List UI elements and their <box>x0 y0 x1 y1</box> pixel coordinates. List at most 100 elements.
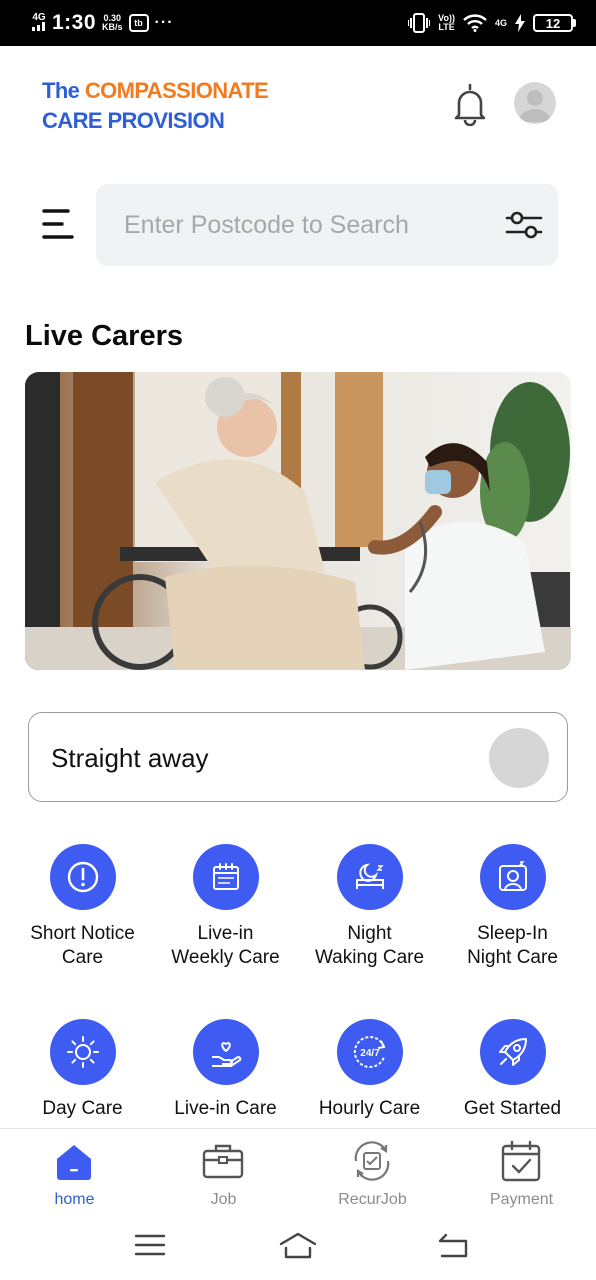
service-sleep-in-night-care[interactable]: Sleep-In Night Care <box>441 844 584 970</box>
recurring-calendar-icon <box>354 1141 390 1181</box>
brand-the: The <box>42 78 85 103</box>
status-left: 4G 1:30 0.30 KB/s tb ··· <box>32 11 174 35</box>
service-label: Live-in Care <box>154 1097 297 1121</box>
speed-unit: KB/s <box>102 22 123 32</box>
alert-circle-icon <box>67 861 98 893</box>
status-right: Vo)) LTE 4G 12 <box>408 13 576 33</box>
clock-24-7-icon: 24/7 <box>353 1036 385 1068</box>
battery-level: 12 <box>533 14 573 32</box>
search-bar <box>96 184 558 266</box>
service-icon-circle <box>192 844 259 910</box>
filter-sliders-icon <box>505 211 543 239</box>
service-night-waking-care[interactable]: Night Waking Care <box>298 844 441 970</box>
nav-recurjob-label: RecurJob <box>338 1191 407 1208</box>
service-label: Live-in Weekly Care <box>154 922 297 970</box>
system-navigation <box>0 1220 596 1280</box>
nav-payment[interactable]: Payment <box>447 1129 596 1221</box>
service-label-line-1: Sleep-In <box>477 923 548 944</box>
brand-logo: The COMPASSIONATE CARE PROVISION <box>42 76 269 136</box>
service-icon-circle <box>49 844 116 910</box>
straight-away-toggle[interactable] <box>489 728 549 788</box>
straight-away-toggle-card[interactable]: Straight away <box>28 712 568 802</box>
service-label-line-1: Live-in Care <box>174 1098 277 1119</box>
heart-hand-icon <box>211 1042 241 1067</box>
service-icon-circle <box>49 1019 116 1085</box>
service-label-line-2: Waking Care <box>314 947 425 968</box>
service-label-line-2: Care <box>61 947 104 968</box>
service-label-line-1: Day Care <box>42 1098 123 1119</box>
nav-home[interactable]: home <box>0 1129 149 1221</box>
system-back-button[interactable] <box>434 1230 474 1262</box>
battery-icon: 12 <box>533 14 576 32</box>
service-label: Get Started <box>441 1097 584 1121</box>
home-icon <box>57 1145 91 1180</box>
svg-text:24/7: 24/7 <box>360 1048 380 1059</box>
back-icon <box>438 1233 468 1258</box>
service-icon-circle: 24/7 <box>336 1019 403 1085</box>
network-type: 4G <box>32 12 46 23</box>
brand-line-2: CARE PROVISION <box>42 108 225 133</box>
nav-job[interactable]: Job <box>149 1129 298 1221</box>
more-notifications: ··· <box>154 14 174 31</box>
bell-icon <box>454 83 486 127</box>
nav-recurjob[interactable]: RecurJob <box>298 1129 447 1221</box>
service-icon-circle <box>192 1019 259 1085</box>
briefcase-icon <box>202 1144 244 1179</box>
service-get-started[interactable]: Get Started <box>441 1019 584 1121</box>
signal-indicator: 4G <box>32 13 46 33</box>
hamburger-menu-icon <box>42 209 74 239</box>
service-label-line-2: Night Care <box>467 947 558 968</box>
section-title: Live Carers <box>25 320 183 352</box>
rocket-icon <box>498 1038 527 1066</box>
network-speed: 0.30 KB/s <box>102 14 123 32</box>
postcode-search-input[interactable] <box>124 184 494 266</box>
service-live-in-care[interactable]: Live-in Care <box>154 1019 297 1121</box>
service-label-line-1: Live-in <box>197 923 254 944</box>
hero-image <box>25 372 571 670</box>
sun-icon <box>66 1036 99 1068</box>
status-bar: 4G 1:30 0.30 KB/s tb ··· Vo)) LTE 4G 12 <box>0 0 596 46</box>
system-menu-button[interactable] <box>130 1230 170 1262</box>
carer-with-elderly-woman-photo <box>25 372 571 670</box>
charging-icon <box>515 14 525 32</box>
profile-avatar[interactable] <box>514 82 556 124</box>
service-icon-circle <box>479 844 546 910</box>
service-icon-circle <box>336 844 403 910</box>
calendar-icon <box>212 863 239 890</box>
service-label: Night Waking Care <box>298 922 441 970</box>
clock: 1:30 <box>52 11 97 34</box>
filter-button[interactable] <box>504 208 544 242</box>
brand-compassionate: COMPASSIONATE <box>84 78 269 103</box>
app-notification-icon: tb <box>128 14 149 32</box>
service-day-care[interactable]: Day Care <box>11 1019 154 1121</box>
nav-payment-label: Payment <box>489 1191 554 1208</box>
volte-bottom: LTE <box>438 22 455 32</box>
service-label-line-1: Night <box>347 923 392 944</box>
service-label-line-1: Get Started <box>463 1098 562 1119</box>
brand-line-1: The COMPASSIONATE <box>42 76 269 106</box>
service-label-line-1: Hourly Care <box>318 1098 421 1119</box>
menu-button[interactable] <box>40 207 76 241</box>
service-label-line-1: Short Notice <box>30 923 135 944</box>
nav-job-label: Job <box>210 1191 237 1208</box>
user-avatar-icon <box>519 90 551 122</box>
notifications-button[interactable] <box>450 82 490 127</box>
signal-bars-icon <box>32 22 45 31</box>
nav-home-label: home <box>54 1191 95 1208</box>
service-label-line-2: Weekly Care <box>171 947 280 968</box>
vibrate-icon <box>408 13 431 33</box>
service-hourly-care[interactable]: 24/7 Hourly Care <box>298 1019 441 1121</box>
service-short-notice-care[interactable]: Short Notice Care <box>11 844 154 970</box>
network-type-2: 4G <box>494 17 507 28</box>
sleeping-person-icon <box>498 861 527 891</box>
service-label: Day Care <box>11 1097 154 1121</box>
service-label: Hourly Care <box>298 1097 441 1121</box>
calendar-check-icon <box>501 1140 541 1182</box>
wifi-icon <box>463 14 487 32</box>
system-home-button[interactable] <box>278 1230 318 1262</box>
menu-icon <box>134 1234 166 1256</box>
service-live-in-weekly-care[interactable]: Live-in Weekly Care <box>154 844 297 970</box>
service-label: Sleep-In Night Care <box>441 922 584 970</box>
straight-away-label: Straight away <box>51 743 209 773</box>
home-icon <box>279 1232 317 1259</box>
